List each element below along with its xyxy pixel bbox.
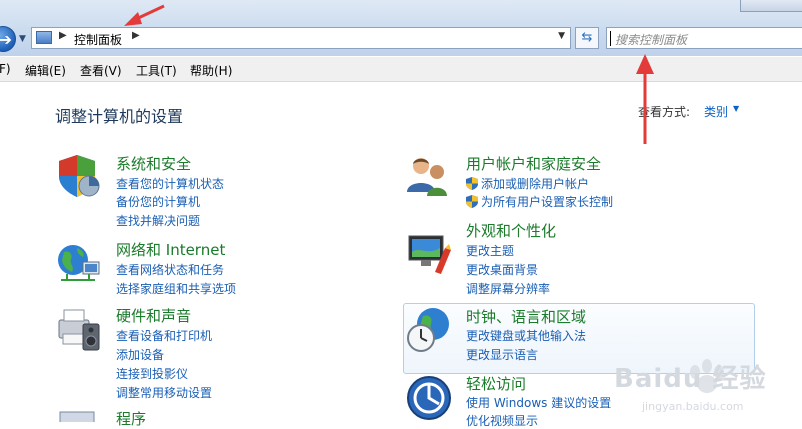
link-view-computer-status[interactable]: 查看您的计算机状态 (116, 175, 224, 192)
users-icon (407, 158, 447, 196)
uac-shield-icon (466, 177, 478, 190)
baidu-watermark: Baidu 经验 jingyan.baidu.com (612, 350, 802, 420)
watermark-url: jingyan.baidu.com (642, 400, 744, 413)
uac-shield-icon (466, 195, 478, 208)
link-devices-printers[interactable]: 查看设备和打印机 (116, 327, 212, 344)
page-title: 调整计算机的设置 (55, 107, 184, 126)
category-appearance[interactable]: 外观和个性化 (466, 220, 556, 241)
search-input[interactable]: 搜索控制面板 (606, 27, 802, 49)
clock-globe-icon (407, 308, 449, 352)
watermark-text: Baidu 经验 (614, 364, 767, 394)
link-change-display-language[interactable]: 更改显示语言 (466, 346, 538, 363)
link-change-background[interactable]: 更改桌面背景 (466, 261, 538, 278)
breadcrumb-chevron-icon[interactable]: ▶ (59, 30, 67, 41)
breadcrumb-control-panel[interactable]: 控制面板 (74, 31, 122, 48)
refresh-button[interactable]: ⇆ (575, 27, 599, 49)
menu-edit[interactable]: 编辑(E) (25, 62, 66, 79)
ease-of-access-icon (407, 376, 451, 420)
link-change-input-method[interactable]: 更改键盘或其他输入法 (466, 327, 586, 344)
menu-file[interactable]: F) (0, 62, 11, 76)
refresh-icon: ⇆ (581, 30, 593, 45)
window-controls[interactable] (740, 0, 802, 12)
link-mobility-settings[interactable]: 调整常用移动设置 (116, 384, 212, 401)
category-ease-of-access[interactable]: 轻松访问 (466, 373, 526, 394)
link-homegroup-sharing[interactable]: 选择家庭组和共享选项 (116, 280, 236, 297)
link-troubleshoot[interactable]: 查找并解决问题 (116, 212, 200, 229)
shield-icon (59, 155, 100, 197)
address-bar[interactable]: ▶ 控制面板 ▶ ▼ (31, 27, 571, 49)
link-parental-controls-label: 为所有用户设置家长控制 (481, 195, 614, 209)
link-network-status[interactable]: 查看网络状态和任务 (116, 261, 224, 278)
link-add-remove-users[interactable]: 添加或删除用户帐户 (466, 175, 589, 192)
link-connect-projector[interactable]: 连接到投影仪 (116, 365, 188, 382)
menu-tools[interactable]: 工具(T) (136, 62, 177, 79)
link-add-device[interactable]: 添加设备 (116, 346, 164, 363)
search-placeholder: 搜索控制面板 (615, 33, 688, 47)
annotation-arrow-icon (636, 54, 654, 144)
link-recommended-settings[interactable]: 使用 Windows 建议的设置 (466, 394, 611, 411)
link-screen-resolution[interactable]: 调整屏幕分辨率 (466, 280, 550, 297)
category-user-accounts[interactable]: 用户帐户和家庭安全 (466, 153, 601, 174)
category-system-security[interactable]: 系统和安全 (116, 153, 191, 174)
link-parental-controls[interactable]: 为所有用户设置家长控制 (466, 193, 613, 210)
link-optimize-display[interactable]: 优化视频显示 (466, 412, 538, 429)
address-dropdown-icon[interactable]: ▼ (558, 31, 565, 41)
menu-help[interactable]: 帮助(H) (190, 62, 232, 79)
control-panel-icon (36, 31, 52, 44)
link-add-remove-users-label: 添加或删除用户帐户 (481, 177, 590, 191)
text-caret (610, 31, 611, 46)
monitor-paint-icon (408, 235, 451, 274)
breadcrumb-chevron-icon[interactable]: ▶ (132, 30, 140, 41)
link-change-theme[interactable]: 更改主题 (466, 242, 514, 259)
nav-history-dropdown-icon[interactable]: ▼ (19, 34, 26, 44)
category-clock-language[interactable]: 时钟、语言和区域 (466, 306, 586, 327)
category-programs[interactable]: 程序 (116, 408, 146, 429)
link-backup-computer[interactable]: 备份您的计算机 (116, 193, 200, 210)
network-globe-icon (58, 245, 100, 281)
menu-view[interactable]: 查看(V) (80, 62, 122, 79)
menu-bar: F) 编辑(E) 查看(V) 工具(T) 帮助(H) (0, 57, 802, 82)
view-by-dropdown[interactable]: 类别 (704, 103, 728, 120)
annotation-arrow-icon (124, 4, 165, 26)
view-by-chevron-icon[interactable]: ▼ (733, 104, 739, 113)
category-hardware-sound[interactable]: 硬件和声音 (116, 305, 191, 326)
printer-speaker-icon (58, 309, 100, 351)
category-network-internet[interactable]: 网络和 Internet (116, 239, 225, 260)
